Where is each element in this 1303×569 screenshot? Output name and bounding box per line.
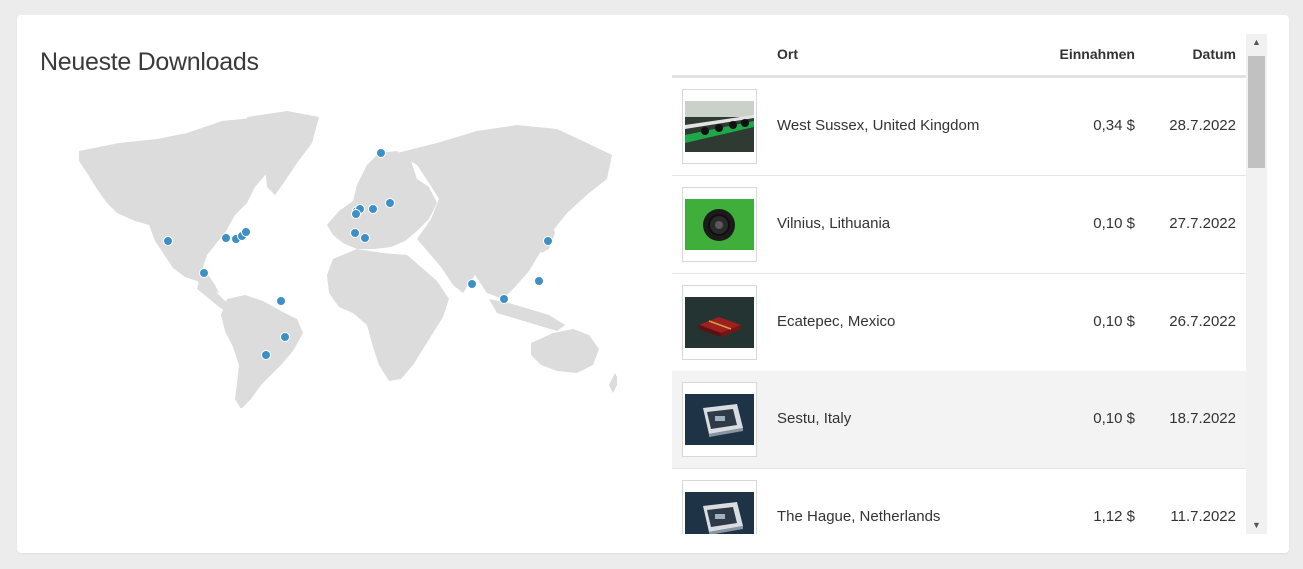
table-scrollbar[interactable]: ▲ ▼ [1246,34,1267,534]
cell-date: 11.7.2022 [1170,508,1236,525]
map-pin[interactable] [276,296,286,306]
cell-date: 28.7.2022 [1169,117,1236,134]
map-pin[interactable] [241,227,251,237]
table-row[interactable]: The Hague, Netherlands 1,12 $ 11.7.2022 [672,469,1246,534]
cell-location: West Sussex, United Kingdom [777,117,980,134]
ssd-drive-photo-icon [685,394,754,445]
table-row[interactable]: West Sussex, United Kingdom 0,34 $ 28.7.… [672,78,1246,176]
bike-rack-photo-icon [685,101,754,152]
scroll-up-arrow-icon[interactable]: ▲ [1246,34,1267,51]
world-map-svg [79,111,617,408]
map-pin[interactable] [499,294,509,304]
map-south-america [221,295,303,408]
map-pin[interactable] [360,233,370,243]
product-thumbnail[interactable] [682,285,757,360]
map-pin[interactable] [350,228,360,238]
cell-date: 26.7.2022 [1169,313,1236,330]
cell-revenue: 0,10 $ [1093,215,1135,232]
map-pin[interactable] [221,233,231,243]
cell-date: 18.7.2022 [1169,410,1236,427]
downloads-table: Ort Einnahmen Datum West Sussex, United … [672,35,1266,534]
map-pin[interactable] [261,350,271,360]
cell-revenue: 0,10 $ [1093,410,1135,427]
cell-revenue: 0,34 $ [1093,117,1135,134]
product-thumbnail[interactable] [682,480,757,534]
cell-date: 27.7.2022 [1169,215,1236,232]
map-africa [327,249,449,381]
ssd-drive-photo-icon [685,492,754,534]
column-header-date[interactable]: Datum [1192,46,1236,62]
map-se-asia [489,299,565,331]
map-pin[interactable] [280,332,290,342]
map-pin[interactable] [163,236,173,246]
table-row[interactable]: Ecatepec, Mexico 0,10 $ 26.7.2022 [672,274,1246,372]
map-new-zealand [609,373,617,393]
cell-revenue: 1,12 $ [1093,508,1135,525]
map-pin[interactable] [351,209,361,219]
map-pin[interactable] [543,236,553,246]
cell-revenue: 0,10 $ [1093,313,1135,330]
gift-box-dark-photo-icon [685,297,754,348]
cell-location: The Hague, Netherlands [777,508,941,525]
column-header-revenue[interactable]: Einnahmen [1060,46,1135,62]
product-thumbnail[interactable] [682,382,757,457]
cell-location: Vilnius, Lithuania [777,215,891,232]
map-australia [531,329,599,373]
world-map [57,103,617,408]
map-pin[interactable] [368,204,378,214]
scroll-down-arrow-icon[interactable]: ▼ [1246,517,1267,534]
map-pin[interactable] [467,279,477,289]
map-pin[interactable] [385,198,395,208]
table-row[interactable]: Sestu, Italy 0,10 $ 18.7.2022 [672,371,1246,469]
scrollbar-thumb[interactable] [1248,56,1265,168]
cell-location: Ecatepec, Mexico [777,313,896,330]
map-pin[interactable] [199,268,209,278]
cell-location: Sestu, Italy [777,410,852,427]
product-thumbnail[interactable] [682,187,757,262]
product-thumbnail[interactable] [682,89,757,164]
camera-lens-green-photo-icon [685,199,754,250]
card-title: Neueste Downloads [40,48,259,76]
table-header: Ort Einnahmen Datum [672,35,1246,78]
map-pin[interactable] [534,276,544,286]
column-header-location[interactable]: Ort [777,46,798,62]
recent-downloads-card: Neueste Downloads Ort Einnahmen Datum We… [17,15,1289,553]
table-row[interactable]: Vilnius, Lithuania 0,10 $ 27.7.2022 [672,176,1246,274]
map-pin[interactable] [376,148,386,158]
